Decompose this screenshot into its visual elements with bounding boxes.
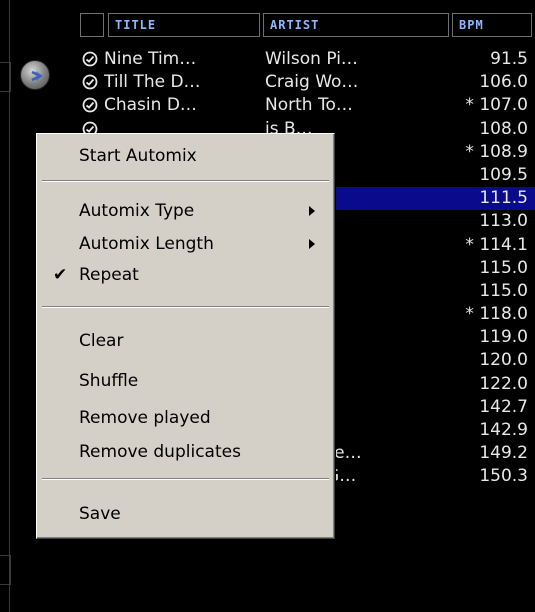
- menu-item-label: Repeat: [79, 265, 139, 285]
- table-row[interactable]: Till The D… Craig Wo… 106.0: [68, 71, 535, 94]
- table-row[interactable]: Nine Tim… Wilson Pi… 91.5: [68, 48, 535, 71]
- menu-item-label: Save: [79, 504, 121, 524]
- cell-bpm: 113.0: [479, 211, 528, 232]
- cell-bpm: 106.0: [479, 72, 528, 93]
- menu-item-label: Shuffle: [79, 371, 139, 391]
- automix-round-button[interactable]: [20, 60, 50, 90]
- cell-bpm: 122.0: [479, 373, 528, 394]
- cell-bpm: 119.0: [479, 327, 528, 348]
- cell-artist: Craig Wo…: [265, 72, 359, 93]
- submenu-arrow-icon: [309, 239, 315, 249]
- menu-repeat[interactable]: ✔ Repeat: [37, 261, 334, 289]
- column-header: TITLE ARTIST BPM: [68, 0, 535, 40]
- menu-separator: [42, 306, 329, 308]
- header-bpm[interactable]: BPM: [452, 13, 532, 37]
- cell-bpm: * 118.0: [465, 304, 528, 325]
- automix-context-menu: Start Automix Automix Type Automix Lengt…: [36, 133, 335, 539]
- cell-bpm: 108.0: [479, 118, 528, 139]
- cell-artist: North To…: [265, 95, 353, 116]
- cell-bpm: 115.0: [479, 257, 528, 278]
- cell-bpm: 142.7: [479, 396, 528, 417]
- automix-spin-icon: [31, 70, 43, 82]
- cell-bpm: * 114.1: [465, 234, 528, 255]
- cell-bpm: * 108.9: [465, 141, 528, 162]
- menu-separator: [42, 180, 329, 182]
- table-row[interactable]: Chasin D… North To… * 107.0: [68, 94, 535, 117]
- cell-bpm: 109.5: [479, 164, 528, 185]
- cell-bpm: 91.5: [490, 49, 528, 69]
- menu-item-label: Remove duplicates: [79, 442, 241, 462]
- cell-title: Nine Tim…: [104, 49, 197, 69]
- menu-item-label: Automix Type: [79, 201, 195, 221]
- menu-separator: [42, 478, 329, 480]
- header-select-all[interactable]: [80, 13, 104, 37]
- menu-save[interactable]: Save: [37, 500, 334, 528]
- cell-artist: Wilson Pi…: [265, 49, 358, 69]
- menu-item-label: Start Automix: [79, 146, 197, 166]
- cell-bpm: 111.5: [479, 188, 528, 209]
- checkmark-icon: ✔: [53, 265, 68, 285]
- menu-automix-type[interactable]: Automix Type: [37, 197, 334, 225]
- menu-item-label: Remove played: [79, 408, 211, 428]
- cell-bpm: 115.0: [479, 280, 528, 301]
- rail-bracket-top: [0, 62, 11, 92]
- cell-title: Chasin D…: [104, 95, 197, 116]
- menu-remove-played[interactable]: Remove played: [37, 404, 334, 432]
- cell-title: Till The D…: [104, 72, 201, 93]
- circle-check-icon: [82, 97, 98, 113]
- cell-bpm: * 107.0: [465, 95, 528, 116]
- header-title[interactable]: TITLE: [108, 13, 260, 37]
- header-artist[interactable]: ARTIST: [263, 13, 449, 37]
- menu-item-label: Clear: [79, 331, 124, 351]
- cell-bpm: 120.0: [479, 350, 528, 371]
- submenu-arrow-icon: [309, 206, 315, 216]
- circle-check-icon: [82, 74, 98, 90]
- menu-start-automix[interactable]: Start Automix: [37, 142, 334, 170]
- menu-clear[interactable]: Clear: [37, 327, 334, 355]
- cell-bpm: 150.3: [479, 466, 528, 487]
- menu-automix-length[interactable]: Automix Length: [37, 230, 334, 258]
- cell-bpm: 142.9: [479, 420, 528, 440]
- menu-shuffle[interactable]: Shuffle: [37, 367, 334, 395]
- circle-check-icon: [82, 51, 98, 67]
- menu-remove-duplicates[interactable]: Remove duplicates: [37, 438, 334, 466]
- rail-bracket-bottom: [0, 555, 11, 585]
- menu-item-label: Automix Length: [79, 234, 214, 254]
- cell-bpm: 149.2: [479, 443, 528, 464]
